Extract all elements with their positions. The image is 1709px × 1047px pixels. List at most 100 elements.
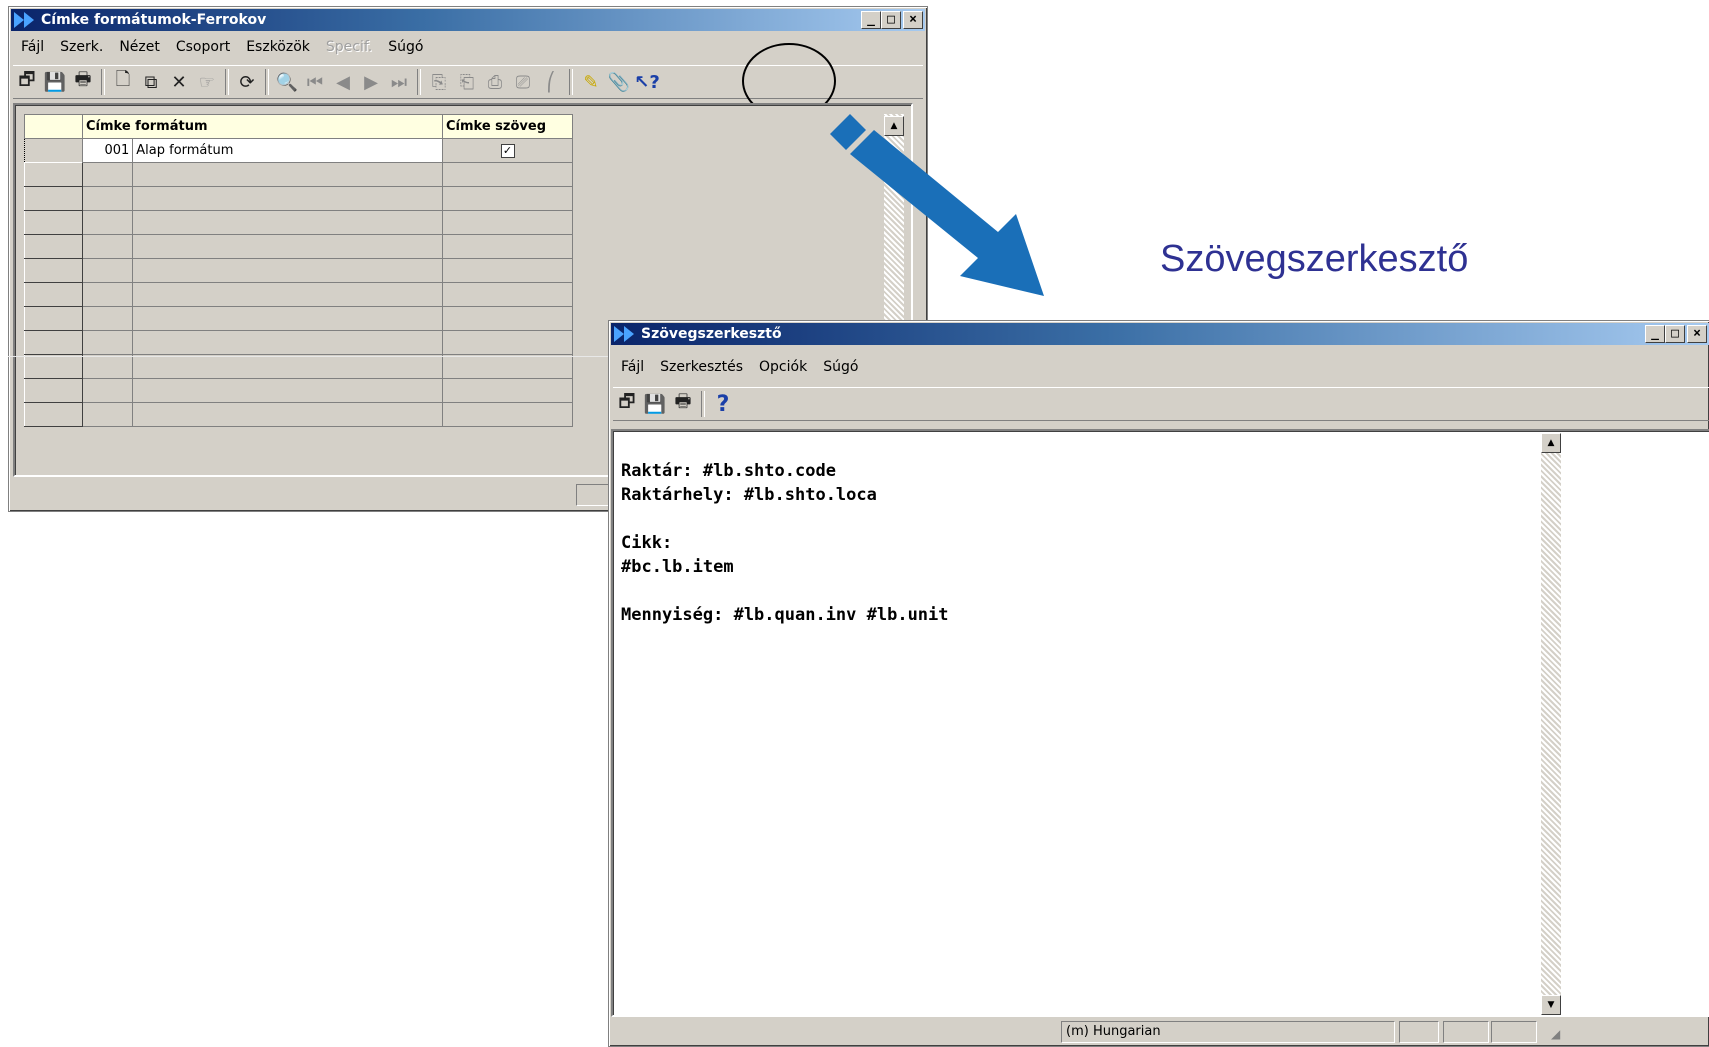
empty-cell[interactable] [442, 354, 573, 379]
row-header[interactable] [24, 138, 83, 163]
empty-cell[interactable] [81, 258, 134, 283]
close-button[interactable]: × [903, 11, 923, 29]
save-icon[interactable]: 💾 [641, 390, 669, 418]
find-icon[interactable]: 🔍 [273, 68, 301, 96]
empty-cell[interactable] [442, 210, 573, 235]
help-icon[interactable]: ? [709, 390, 737, 418]
row-header[interactable] [24, 234, 83, 259]
empty-cell[interactable] [81, 186, 134, 211]
empty-cell[interactable] [442, 162, 573, 187]
title-bar[interactable]: Címke formátumok-Ferrokov _ □ × [11, 9, 925, 31]
empty-cell[interactable] [132, 282, 443, 307]
first-record-icon[interactable]: ⏮ [301, 68, 329, 96]
empty-cell[interactable] [81, 378, 134, 403]
empty-cell[interactable] [132, 378, 443, 403]
row-header[interactable] [24, 306, 83, 331]
menu-tools[interactable]: Eszközök [238, 39, 318, 55]
scroll-down-button[interactable]: ▼ [1541, 995, 1561, 1015]
exit-icon[interactable]: 🗗 [13, 68, 41, 96]
tool-e-icon[interactable]: ⎛ [537, 68, 565, 96]
scroll-up-button[interactable]: ▲ [1541, 433, 1561, 453]
empty-cell[interactable] [81, 330, 134, 355]
delete-icon[interactable]: ✕ [165, 68, 193, 96]
menu-file[interactable]: Fájl [13, 39, 52, 55]
vertical-scrollbar[interactable] [1541, 433, 1561, 1015]
table-row[interactable] [24, 378, 573, 403]
empty-cell[interactable] [132, 234, 443, 259]
row-header[interactable] [24, 210, 83, 235]
checkbox-checked[interactable]: ✓ [500, 144, 515, 158]
empty-cell[interactable] [81, 354, 134, 379]
menu-special[interactable]: Specif. [318, 39, 380, 55]
last-record-icon[interactable]: ⏭ [385, 68, 413, 96]
empty-cell[interactable] [442, 306, 573, 331]
empty-cell[interactable] [442, 186, 573, 211]
menu-edit[interactable]: Szerkesztés [652, 359, 751, 375]
empty-cell[interactable] [132, 330, 443, 355]
empty-cell[interactable] [132, 210, 443, 235]
empty-cell[interactable] [442, 282, 573, 307]
attachment-icon[interactable]: 📎 [605, 68, 633, 96]
print-icon[interactable]: 🖶 [69, 68, 97, 96]
row-header[interactable] [24, 354, 83, 379]
maximize-button[interactable]: □ [881, 11, 901, 29]
text-editor[interactable]: Raktár: #lb.shto.code Raktárhely: #lb.sh… [615, 433, 1535, 1013]
table-row[interactable] [24, 402, 573, 427]
empty-cell[interactable] [81, 306, 134, 331]
menu-file[interactable]: Fájl [613, 359, 652, 375]
empty-cell[interactable] [442, 402, 573, 427]
row-header[interactable] [24, 258, 83, 283]
minimize-button[interactable]: _ [861, 11, 881, 29]
row-header[interactable] [24, 162, 83, 187]
column-header-label-text[interactable]: Címke szöveg [442, 114, 573, 139]
empty-cell[interactable] [132, 402, 443, 427]
empty-cell[interactable] [442, 378, 573, 403]
row-header[interactable] [24, 282, 83, 307]
table-row[interactable] [24, 210, 573, 235]
text-editor-icon[interactable]: ✎ [577, 68, 605, 96]
format-name-cell[interactable]: Alap formátum [132, 138, 443, 163]
menu-edit[interactable]: Szerk. [52, 39, 111, 55]
maximize-button[interactable]: □ [1665, 325, 1685, 343]
table-row[interactable] [24, 186, 573, 211]
refresh-icon[interactable]: ⟳ [233, 68, 261, 96]
empty-cell[interactable] [132, 186, 443, 211]
table-row[interactable]: 001 Alap formátum ✓ [24, 138, 573, 163]
save-icon[interactable]: 💾 [41, 68, 69, 96]
row-header[interactable] [24, 378, 83, 403]
table-row[interactable] [24, 258, 573, 283]
resize-grip-icon[interactable]: ◢ [1551, 1027, 1560, 1041]
menu-help[interactable]: Súgó [815, 359, 866, 375]
row-header[interactable] [24, 402, 83, 427]
minimize-button[interactable]: _ [1645, 325, 1665, 343]
column-header-label-format[interactable]: Címke formátum [82, 114, 443, 139]
table-row[interactable] [24, 282, 573, 307]
table-row[interactable] [24, 354, 573, 379]
menu-options[interactable]: Opciók [751, 359, 815, 375]
empty-cell[interactable] [81, 210, 134, 235]
exit-icon[interactable]: 🗗 [613, 390, 641, 418]
label-text-checkbox-cell[interactable]: ✓ [442, 138, 573, 163]
title-bar[interactable]: Szövegszerkesztő _ □ × [611, 323, 1709, 345]
tool-a-icon[interactable]: ⎘ [425, 68, 453, 96]
menu-help[interactable]: Súgó [380, 39, 431, 55]
table-row[interactable] [24, 330, 573, 355]
next-record-icon[interactable]: ▶ [357, 68, 385, 96]
new-document-icon[interactable]: 🗋 [109, 68, 137, 96]
print-icon[interactable]: 🖶 [669, 390, 697, 418]
context-help-icon[interactable]: ↖? [633, 68, 661, 96]
copy-icon[interactable]: ⧉ [137, 68, 165, 96]
table-row[interactable] [24, 234, 573, 259]
empty-cell[interactable] [81, 162, 134, 187]
menu-view[interactable]: Nézet [111, 39, 168, 55]
previous-record-icon[interactable]: ◀ [329, 68, 357, 96]
empty-cell[interactable] [132, 354, 443, 379]
empty-cell[interactable] [132, 258, 443, 283]
menu-group[interactable]: Csoport [168, 39, 238, 55]
properties-icon[interactable]: ☞ [193, 68, 221, 96]
tool-b-icon[interactable]: ⎗ [453, 68, 481, 96]
format-code-cell[interactable]: 001 [81, 138, 134, 163]
empty-cell[interactable] [442, 258, 573, 283]
table-row[interactable] [24, 162, 573, 187]
tool-d-icon[interactable]: ⎚ [509, 68, 537, 96]
